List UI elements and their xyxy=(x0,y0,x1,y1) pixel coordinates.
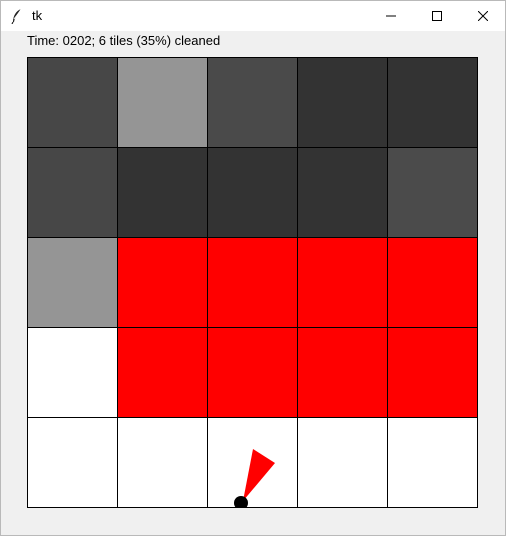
tile-r2-c4 xyxy=(387,237,477,327)
tile-r4-c3 xyxy=(297,417,387,507)
title-bar[interactable]: tk xyxy=(1,1,505,31)
tile-r4-c1 xyxy=(117,417,207,507)
tile-r4-c4 xyxy=(387,417,477,507)
tile-r0-c2 xyxy=(207,57,297,147)
tile-r2-c3 xyxy=(297,237,387,327)
room-canvas[interactable] xyxy=(27,57,478,508)
tile-r0-c0 xyxy=(27,57,117,147)
tile-r3-c2 xyxy=(207,327,297,417)
window-title: tk xyxy=(32,8,43,23)
tile-r1-c1 xyxy=(117,147,207,237)
tile-r3-c1 xyxy=(117,327,207,417)
tile-r2-c0 xyxy=(27,237,117,327)
tile-r4-c0 xyxy=(27,417,117,507)
tile-r4-c2 xyxy=(207,417,297,507)
minimize-button[interactable] xyxy=(368,1,414,31)
tile-r1-c0 xyxy=(27,147,117,237)
tile-r1-c4 xyxy=(387,147,477,237)
tile-r0-c1 xyxy=(117,57,207,147)
tile-r0-c4 xyxy=(387,57,477,147)
status-label: Time: 0202; 6 tiles (35%) cleaned xyxy=(27,33,221,48)
tile-r3-c0 xyxy=(27,327,117,417)
maximize-icon xyxy=(432,11,442,21)
tile-r0-c3 xyxy=(297,57,387,147)
tile-r1-c2 xyxy=(207,147,297,237)
close-button[interactable] xyxy=(460,1,506,31)
tile-r2-c2 xyxy=(207,237,297,327)
tile-grid xyxy=(27,57,478,508)
app-window: tk Time: 0202; 6 tiles (35%) cleaned xyxy=(0,0,506,536)
feather-icon xyxy=(11,8,22,24)
tile-r2-c1 xyxy=(117,237,207,327)
tile-r3-c3 xyxy=(297,327,387,417)
tile-r3-c4 xyxy=(387,327,477,417)
maximize-button[interactable] xyxy=(414,1,460,31)
close-icon xyxy=(478,11,488,21)
tile-r1-c3 xyxy=(297,147,387,237)
minimize-icon xyxy=(386,15,396,17)
